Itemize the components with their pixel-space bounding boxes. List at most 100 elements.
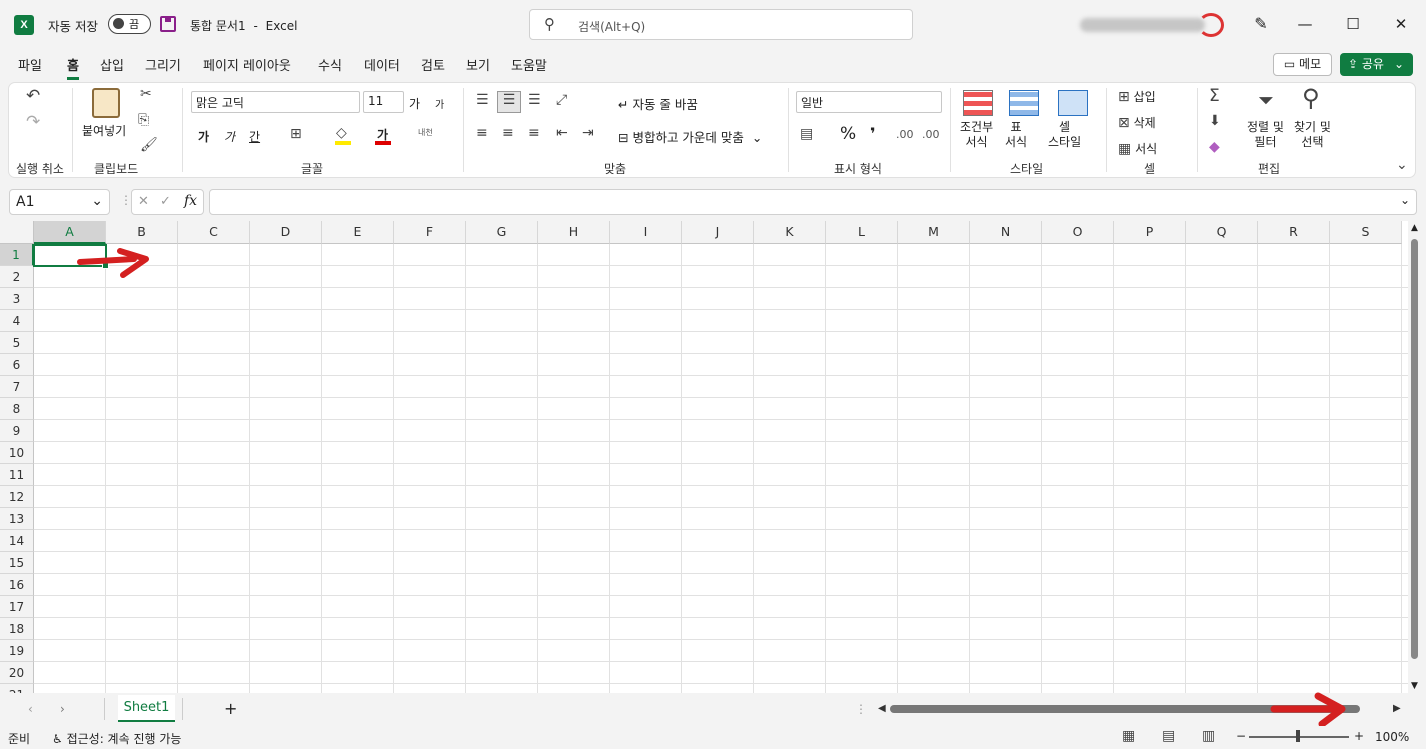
row-header-5[interactable]: 5 <box>0 332 34 354</box>
fill-color-icon[interactable]: ◇ <box>336 125 347 141</box>
row-header-8[interactable]: 8 <box>0 398 34 420</box>
undo-icon[interactable]: ↶ <box>26 86 40 106</box>
autosave-toggle[interactable]: 끔 <box>108 14 151 34</box>
format-painter-icon[interactable]: 🖌 <box>140 137 158 153</box>
row-header-17[interactable]: 17 <box>0 596 34 618</box>
wrap-text-button[interactable]: ↵ 자동 줄 바꿈 <box>618 94 698 113</box>
underline-button[interactable]: 간 <box>249 128 260 145</box>
align-bottom-icon[interactable]: ☰ <box>528 92 541 108</box>
row-header-1[interactable]: 1 <box>0 244 34 266</box>
scroll-left-icon[interactable]: ◀ <box>878 703 886 714</box>
row-header-16[interactable]: 16 <box>0 574 34 596</box>
memo-button[interactable]: ▭ 메모 <box>1273 53 1332 76</box>
normal-view-icon[interactable]: ▦ <box>1122 728 1135 744</box>
row-header-4[interactable]: 4 <box>0 310 34 332</box>
paste-button[interactable]: 붙여넣기 <box>82 122 126 139</box>
column-header-b[interactable]: B <box>106 221 178 244</box>
column-header-q[interactable]: Q <box>1186 221 1258 244</box>
tab-formulas[interactable]: 수식 <box>318 55 342 74</box>
column-header-r[interactable]: R <box>1258 221 1330 244</box>
tab-data[interactable]: 데이터 <box>364 55 400 74</box>
number-format-select[interactable]: 일반 <box>796 91 942 113</box>
cut-icon[interactable]: ✂ <box>140 86 152 102</box>
autosum-icon[interactable]: Σ <box>1209 86 1220 106</box>
row-header-9[interactable]: 9 <box>0 420 34 442</box>
borders-icon[interactable]: ⊞ <box>290 126 302 142</box>
column-header-k[interactable]: K <box>754 221 826 244</box>
insert-cells-button[interactable]: ⊞ 삽입 <box>1118 88 1156 105</box>
conditional-format-button[interactable]: 조건부 서식 <box>960 120 993 150</box>
tab-page-layout[interactable]: 페이지 레이아웃 <box>203 55 291 74</box>
tab-insert[interactable]: 삽입 <box>100 55 124 74</box>
row-header-21[interactable]: 21 <box>0 684 34 693</box>
tab-home[interactable]: 홈 <box>67 55 79 80</box>
row-header-15[interactable]: 15 <box>0 552 34 574</box>
vertical-scrollbar[interactable]: ▲ ▼ <box>1408 221 1426 693</box>
format-table-button[interactable]: 표 서식 <box>1005 120 1027 150</box>
bold-button[interactable]: 가 <box>198 128 209 145</box>
align-left-icon[interactable]: ≡ <box>476 125 488 141</box>
tab-review[interactable]: 검토 <box>421 55 445 74</box>
increase-decimal-button[interactable]: .00 <box>896 128 914 141</box>
delete-cells-button[interactable]: ⊠ 삭제 <box>1118 114 1156 131</box>
page-break-view-icon[interactable]: ▥ <box>1202 728 1215 744</box>
sheet-tab-sheet1[interactable]: Sheet1 <box>118 695 175 722</box>
find-select-icon[interactable]: ⚲ <box>1302 84 1320 112</box>
formula-input[interactable]: ⌄ <box>209 189 1417 215</box>
column-header-i[interactable]: I <box>610 221 682 244</box>
conditional-format-icon[interactable] <box>963 90 993 116</box>
row-header-11[interactable]: 11 <box>0 464 34 486</box>
column-header-d[interactable]: D <box>250 221 322 244</box>
format-cells-button[interactable]: ▦ 서식 <box>1118 140 1157 157</box>
insert-function-button[interactable]: fx <box>184 193 197 209</box>
column-header-a[interactable]: A <box>34 221 106 244</box>
tab-view[interactable]: 보기 <box>466 55 490 74</box>
column-header-f[interactable]: F <box>394 221 466 244</box>
column-header-e[interactable]: E <box>322 221 394 244</box>
format-table-icon[interactable] <box>1009 90 1039 116</box>
find-select-button[interactable]: 찾기 및 선택 <box>1294 120 1331 150</box>
decrease-indent-icon[interactable]: ⇤ <box>556 125 568 141</box>
sort-filter-button[interactable]: 정렬 및 필터 <box>1247 120 1284 150</box>
vertical-scroll-thumb[interactable] <box>1411 239 1418 659</box>
name-box[interactable]: A1 ⌄ <box>9 189 110 215</box>
align-center-icon[interactable]: ≡ <box>502 125 514 141</box>
expand-formula-icon[interactable]: ⌄ <box>1400 193 1410 207</box>
column-header-l[interactable]: L <box>826 221 898 244</box>
grow-font-button[interactable]: 가 <box>409 95 420 112</box>
row-header-3[interactable]: 3 <box>0 288 34 310</box>
add-sheet-button[interactable]: + <box>224 699 237 718</box>
shrink-font-button[interactable]: 가 <box>435 96 444 111</box>
sort-filter-icon[interactable]: ⏷ <box>1258 88 1274 112</box>
scroll-down-icon[interactable]: ▼ <box>1411 681 1418 691</box>
maximize-icon[interactable]: ☐ <box>1338 12 1368 36</box>
decrease-decimal-button[interactable]: .00 <box>922 128 940 141</box>
font-name-select[interactable]: 맑은 고딕 <box>191 91 360 113</box>
prev-sheet-icon[interactable]: ‹ <box>28 702 33 716</box>
accounting-format-icon[interactable]: ▤ <box>800 126 813 142</box>
select-all-corner[interactable] <box>0 221 34 244</box>
zoom-level[interactable]: 100% <box>1375 730 1409 744</box>
save-icon[interactable] <box>160 16 176 32</box>
paste-icon[interactable] <box>92 88 120 118</box>
cancel-icon[interactable]: ✕ <box>138 194 149 209</box>
column-header-j[interactable]: J <box>682 221 754 244</box>
align-right-icon[interactable]: ≡ <box>528 125 540 141</box>
orientation-icon[interactable]: ⤢ <box>556 92 567 108</box>
tab-help[interactable]: 도움말 <box>511 55 547 74</box>
column-header-n[interactable]: N <box>970 221 1042 244</box>
row-header-7[interactable]: 7 <box>0 376 34 398</box>
row-header-19[interactable]: 19 <box>0 640 34 662</box>
clear-icon[interactable]: ◆ <box>1209 139 1220 155</box>
accessibility-status[interactable]: ♿ 접근성: 계속 진행 가능 <box>52 730 181 747</box>
cell-styles-button[interactable]: 셀 스타일 <box>1048 120 1081 150</box>
merge-center-button[interactable]: ⊟ 병합하고 가운데 맞춤 ⌄ <box>618 127 762 146</box>
tab-file[interactable]: 파일 <box>18 55 42 74</box>
column-header-s[interactable]: S <box>1330 221 1402 244</box>
share-button[interactable]: ⇪ 공유 ⌄ <box>1340 53 1413 76</box>
page-layout-view-icon[interactable]: ▤ <box>1162 728 1175 744</box>
column-header-m[interactable]: M <box>898 221 970 244</box>
zoom-slider-thumb[interactable] <box>1296 730 1300 742</box>
comma-button[interactable]: ❜ <box>870 124 876 143</box>
column-header-c[interactable]: C <box>178 221 250 244</box>
